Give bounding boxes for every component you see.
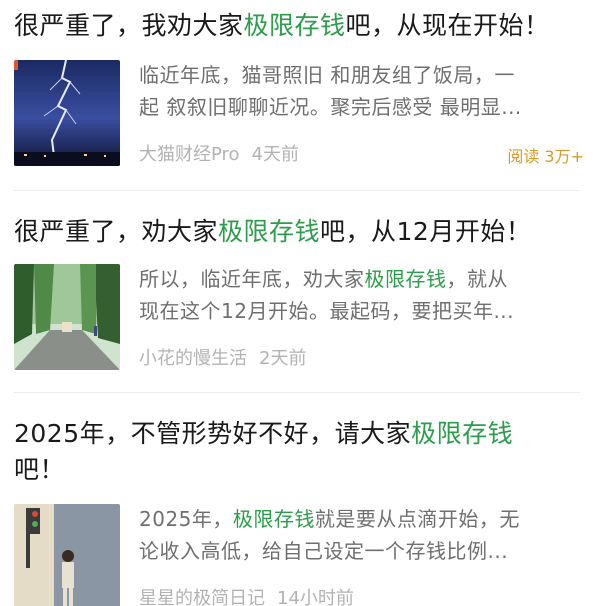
article-meta: 星星的极简日记 14小时前 <box>139 584 354 606</box>
article-title[interactable]: 很严重了，劝大家极限存钱吧，从12月开始！ <box>14 214 584 250</box>
excerpt-text: ，就从 <box>446 267 508 291</box>
title-text: 很严重了，我劝大家 <box>14 11 244 40</box>
article-title[interactable]: 很严重了，我劝大家极限存钱吧，从现在开始！ <box>14 8 584 44</box>
title-text: 很严重了，劝大家 <box>14 217 219 246</box>
title-text: 吧，从12月开始！ <box>320 217 532 246</box>
excerpt-line: 现在这个12月开始。最起码，要把买年... <box>139 299 515 323</box>
title-text: 吧，从现在开始！ <box>345 11 550 40</box>
excerpt-text: 2025年， <box>139 507 233 531</box>
excerpt-line: 起 叙叙旧聊聊近况。聚完后感受 最明显... <box>139 95 522 119</box>
article-feed: 很严重了，我劝大家极限存钱吧，从现在开始！ 临近年底，猫哥照旧 和朋友组了饭局，… <box>0 0 606 606</box>
publish-time: 14小时前 <box>277 588 354 606</box>
article-meta: 小花的慢生活 2天前 <box>139 344 306 370</box>
title-text: 2025年，不管形势好不好，请大家 <box>14 419 412 448</box>
article-item-2[interactable]: 很严重了，劝大家极限存钱吧，从12月开始！ 所以，临近年底，劝大家极限存钱，就从… <box>0 190 606 390</box>
read-count-badge: 阅读 3万+ <box>507 147 584 166</box>
title-keyword-highlight: 极限存钱 <box>243 11 346 40</box>
publish-time: 4天前 <box>251 144 300 165</box>
excerpt-text: 就是要从点滴开始，无 <box>314 507 520 531</box>
title-keyword-highlight: 极限存钱 <box>411 419 514 448</box>
excerpt-keyword-highlight: 极限存钱 <box>364 267 447 291</box>
article-item-3[interactable]: 2025年，不管形势好不好，请大家极限存钱 吧！ 2025年，极限存钱就是要从点… <box>0 392 606 606</box>
excerpt-text: 所以，临近年底，劝大家 <box>139 267 365 291</box>
excerpt-line: 临近年底，猫哥照旧 和朋友组了饭局，一 <box>139 63 515 87</box>
article-excerpt: 2025年，极限存钱就是要从点滴开始，无 论收入高低，给自己设定一个存钱比例..… <box>139 503 584 567</box>
article-title[interactable]: 2025年，不管形势好不好，请大家极限存钱 吧！ <box>14 416 584 488</box>
lightning-storm-image[interactable] <box>14 60 120 166</box>
title-keyword-highlight: 极限存钱 <box>218 217 321 246</box>
author-name[interactable]: 星星的极简日记 <box>139 588 265 606</box>
title-text: 吧！ <box>14 455 66 484</box>
author-name[interactable]: 大猫财经Pro <box>139 144 240 165</box>
street-girl-illustration[interactable] <box>14 504 120 606</box>
excerpt-line: 论收入高低，给自己设定一个存钱比例... <box>139 539 509 563</box>
article-excerpt: 所以，临近年底，劝大家极限存钱，就从 现在这个12月开始。最起码，要把买年... <box>139 263 584 327</box>
article-excerpt: 临近年底，猫哥照旧 和朋友组了饭局，一 起 叙叙旧聊聊近况。聚完后感受 最明显.… <box>139 59 584 123</box>
article-meta: 大猫财经Pro 4天前 <box>139 140 299 166</box>
excerpt-keyword-highlight: 极限存钱 <box>232 507 315 531</box>
author-name[interactable]: 小花的慢生活 <box>139 348 247 369</box>
publish-time: 2天前 <box>259 348 307 369</box>
forest-road-image[interactable] <box>14 264 120 370</box>
article-item-1[interactable]: 很严重了，我劝大家极限存钱吧，从现在开始！ 临近年底，猫哥照旧 和朋友组了饭局，… <box>0 0 606 190</box>
